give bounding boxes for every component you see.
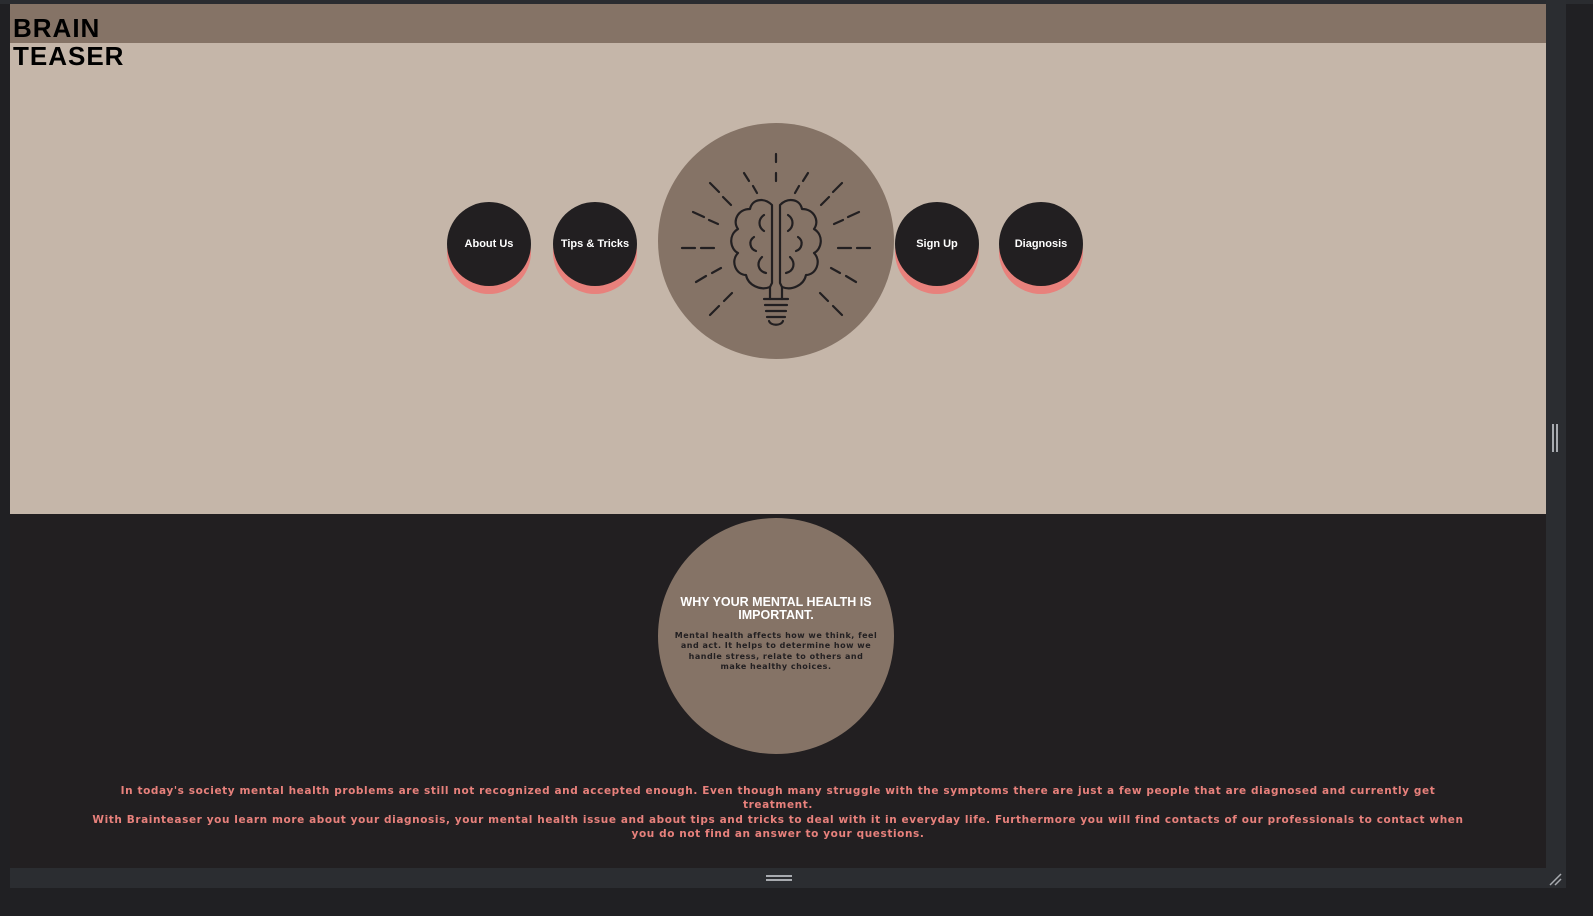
page-canvas: BRAIN TEASER About Us Tips & Tricks Sign…	[10, 4, 1546, 868]
header-bar	[10, 4, 1546, 43]
info-text: Mental health affects how we think, feel…	[674, 630, 878, 672]
intro-paragraph-2: With Brainteaser you learn more about yo…	[92, 814, 1464, 840]
nav-diagnosis-button[interactable]: Diagnosis	[999, 202, 1083, 286]
lightbulb-brain-icon	[680, 152, 872, 326]
hero-circle	[658, 123, 894, 359]
info-circle: WHY YOUR MENTAL HEALTH IS IMPORTANT. Men…	[658, 518, 894, 754]
editor-frame: BRAIN TEASER About Us Tips & Tricks Sign…	[0, 0, 1593, 916]
nav-tips-tricks-button[interactable]: Tips & Tricks	[553, 202, 637, 286]
info-title: WHY YOUR MENTAL HEALTH IS IMPORTANT.	[680, 594, 872, 622]
intro-paragraph-1: In today's society mental health problem…	[120, 785, 1436, 811]
nav-sign-up-button[interactable]: Sign Up	[895, 202, 979, 286]
horizontal-resize-gutter[interactable]	[10, 868, 1566, 888]
brand-logo[interactable]: BRAIN TEASER	[13, 14, 124, 70]
vertical-resize-gutter[interactable]	[1546, 0, 1566, 888]
nav-about-us-button[interactable]: About Us	[447, 202, 531, 286]
horizontal-drag-handle-icon[interactable]	[766, 875, 792, 881]
brand-line-2: TEASER	[13, 41, 125, 71]
resize-corner-icon[interactable]	[1548, 872, 1562, 886]
vertical-drag-handle-icon[interactable]	[1552, 424, 1558, 452]
brand-line-1: BRAIN	[13, 13, 101, 43]
